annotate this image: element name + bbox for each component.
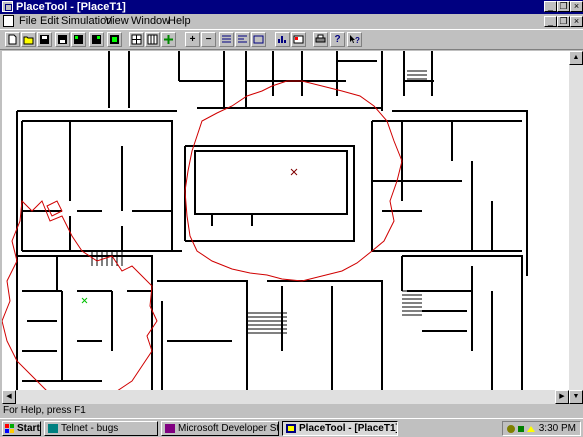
scroll-right-icon[interactable]: ▶	[555, 390, 569, 404]
taskbar-item-devstudio[interactable]: Microsoft Developer Studi...	[161, 421, 279, 436]
context-help-icon[interactable]: ?	[347, 32, 362, 47]
task-label: PlaceTool - [PlaceT1]	[299, 423, 398, 434]
pan-icon[interactable]	[161, 32, 176, 47]
grid2-icon[interactable]	[145, 32, 160, 47]
floor-plan	[2, 51, 528, 401]
status-text: For Help, press F1	[3, 405, 86, 416]
save-as-icon[interactable]	[55, 32, 70, 47]
svg-text:?: ?	[355, 36, 360, 45]
vertical-scrollbar[interactable]: ▲ ▼	[569, 51, 583, 404]
telnet-icon	[48, 424, 58, 433]
placetool-icon	[286, 424, 296, 433]
menu-file[interactable]: File	[19, 15, 37, 28]
scroll-left-icon[interactable]: ◀	[2, 390, 16, 404]
chart2-icon[interactable]	[291, 32, 306, 47]
grid-icon[interactable]	[129, 32, 144, 47]
start-label: Start	[17, 423, 40, 434]
application-window: PlaceTool - [PlaceT1] _ ❐ × File Edit Si…	[0, 0, 583, 418]
document-icon[interactable]	[3, 15, 14, 27]
status-bar: For Help, press F1	[0, 404, 583, 418]
save-icon[interactable]	[37, 32, 52, 47]
horizontal-scrollbar[interactable]: ◀ ▶	[2, 390, 569, 404]
layer1-icon[interactable]	[219, 32, 234, 47]
chart-icon[interactable]	[275, 32, 290, 47]
scroll-down-icon[interactable]: ▼	[569, 390, 583, 404]
new-icon[interactable]	[5, 32, 20, 47]
layer3-icon[interactable]	[251, 32, 266, 47]
devstudio-icon	[165, 424, 175, 433]
load-map-icon[interactable]	[107, 32, 122, 47]
window-title: PlaceTool - [PlaceT1]	[16, 1, 126, 13]
marker-x[interactable]	[290, 168, 298, 176]
doc-close-button[interactable]: ×	[570, 16, 583, 27]
marker-green[interactable]	[81, 297, 88, 304]
restore-button[interactable]: ❐	[557, 1, 570, 12]
taskbar: Start Telnet - bugs Microsoft Developer …	[0, 418, 583, 437]
clock[interactable]: 3:30 PM	[539, 422, 576, 435]
tray-icons[interactable]	[506, 424, 536, 434]
scroll-up-icon[interactable]: ▲	[569, 51, 583, 65]
close-button[interactable]: ×	[570, 1, 583, 12]
toolbar: + − ? ?	[0, 29, 583, 50]
import-icon[interactable]	[89, 32, 104, 47]
menu-help[interactable]: Help	[168, 15, 191, 28]
taskbar-item-placetool[interactable]: PlaceTool - [PlaceT1]	[282, 421, 398, 436]
floor-plan-canvas[interactable]	[2, 51, 569, 402]
menu-window[interactable]: Window	[131, 15, 170, 28]
menu-view[interactable]: View	[105, 15, 129, 28]
help-icon[interactable]: ?	[330, 32, 345, 47]
task-label: Microsoft Developer Studi...	[178, 423, 279, 434]
system-tray: 3:30 PM	[502, 421, 581, 436]
open-icon[interactable]	[21, 32, 36, 47]
menu-bar: File Edit Simulation View Window Help _ …	[0, 14, 583, 29]
zoom-out-icon[interactable]: −	[201, 32, 216, 47]
taskbar-item-telnet[interactable]: Telnet - bugs	[44, 421, 158, 436]
title-bar[interactable]: PlaceTool - [PlaceT1] _ ❐ ×	[0, 0, 583, 14]
doc-restore-button[interactable]: ❐	[557, 16, 570, 27]
doc-minimize-button[interactable]: _	[544, 16, 557, 27]
print-icon[interactable]	[313, 32, 328, 47]
walls	[16, 51, 528, 401]
task-label: Telnet - bugs	[61, 423, 119, 434]
minimize-button[interactable]: _	[544, 1, 557, 12]
menu-edit[interactable]: Edit	[40, 15, 59, 28]
layer2-icon[interactable]	[235, 32, 250, 47]
windows-logo-icon	[5, 424, 14, 433]
app-icon[interactable]	[2, 1, 13, 12]
start-button[interactable]: Start	[2, 421, 41, 436]
export-icon[interactable]	[71, 32, 86, 47]
zoom-in-icon[interactable]: +	[185, 32, 200, 47]
